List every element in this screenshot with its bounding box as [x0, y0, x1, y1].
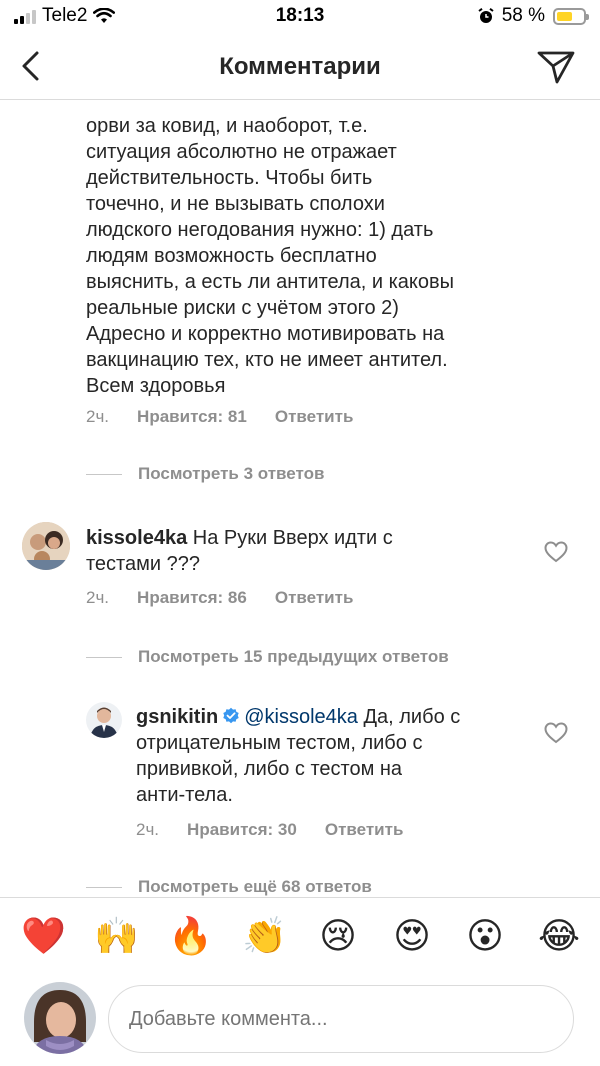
comment-line: выяснить, а есть ли антитела, и каковы [86, 271, 455, 293]
comment-line: анти-тела. [136, 784, 233, 806]
comment-line: орви за ковид, и наоборот, т.е. [86, 115, 368, 137]
comment-time: 2ч. [86, 588, 110, 607]
comment-line: реальные риски с учётом этого 2) [86, 297, 399, 319]
comment-line: вакцинацию тех, кто не имеет антител. [86, 349, 448, 371]
comments-list[interactable]: орви за ковид, и наоборот, т.е. ситуация… [0, 101, 600, 897]
battery-icon [553, 7, 589, 25]
comment-meta: 2ч. Нравится: 86 Ответить [86, 588, 353, 608]
comment-text: орви за ковид, и наоборот, т.е. ситуация… [86, 113, 454, 399]
view-replies-button[interactable]: Посмотреть 3 ответов [86, 464, 324, 484]
status-right: 58 % [478, 5, 589, 27]
view-replies-label: Посмотреть 3 ответов [138, 464, 325, 483]
comment-line: действительность. Чтобы бить [86, 167, 373, 189]
like-count-button[interactable]: Нравится: 86 [137, 588, 247, 608]
avatar[interactable] [22, 522, 70, 570]
comment-line: людям возможность бесплатно [86, 245, 377, 267]
view-replies-label: Посмотреть ещё 68 ответов [138, 877, 372, 896]
view-replies-button[interactable]: Посмотреть ещё 68 ответов [86, 877, 372, 897]
comment-username[interactable]: gsnikitin [136, 706, 218, 728]
page-title: Комментарии [219, 53, 381, 80]
reply-button[interactable]: Ответить [275, 407, 354, 427]
comment-meta: 2ч. Нравится: 30 Ответить [136, 820, 403, 840]
divider [86, 473, 122, 475]
comment-line: прививкой, либо с тестом на [136, 758, 403, 780]
comment-line: отрицательным тестом, либо с [136, 732, 423, 754]
paper-plane-icon[interactable] [536, 49, 576, 85]
comment-line: На Руки Вверх идти с [192, 527, 393, 549]
comment-username[interactable]: kissole4ka [86, 527, 187, 549]
divider [86, 656, 122, 658]
raising-hands-emoji-button[interactable]: 🙌 [94, 914, 139, 958]
comment-text: gsnikitin @kissole4ka Да, либо с отрицат… [136, 704, 460, 808]
heart-emoji-button[interactable]: ❤️ [21, 914, 66, 958]
comment-time: 2ч. [86, 407, 110, 426]
avatar-photo [24, 982, 96, 1054]
avatar-photo [86, 702, 122, 738]
comment-input[interactable] [108, 985, 574, 1053]
heart-icon[interactable] [544, 541, 568, 563]
comment-line: Адресно и корректно мотивировать на [86, 323, 445, 345]
view-replies-button[interactable]: Посмотреть 15 предыдущих ответов [86, 647, 449, 667]
like-count-button[interactable]: Нравится: 81 [137, 407, 247, 427]
avatar[interactable] [86, 702, 122, 738]
reply-button[interactable]: Ответить [325, 820, 404, 840]
comment-meta: 2ч. Нравится: 81 Ответить [86, 407, 353, 427]
avatar [24, 982, 96, 1054]
comment-line: Да, либо с [363, 706, 461, 728]
clapping-emoji-button[interactable]: 👏 [242, 914, 287, 958]
status-bar: Tele2 18:13 58 % [0, 0, 600, 34]
mention-link[interactable]: @kissole4ka [244, 706, 358, 728]
comment-line: Всем здоровья [86, 375, 226, 397]
avatar-photo [22, 522, 70, 570]
reply-button[interactable]: Ответить [275, 588, 354, 608]
crying-emoji-button[interactable]: 😢 [316, 914, 360, 958]
comment-line: людского негодования нужно: 1) дать [86, 219, 434, 241]
divider [86, 886, 122, 888]
comment-text: kissole4ka На Руки Вверх идти с тестами … [86, 525, 393, 577]
comment-composer [0, 973, 600, 1066]
verified-badge-icon [223, 707, 239, 724]
header: Комментарии [0, 34, 600, 100]
alarm-icon [478, 8, 494, 23]
emoji-quick-bar: ❤️ 🙌 🔥 👏 😢 😍 😮 😂 [0, 897, 600, 973]
heart-icon[interactable] [544, 722, 568, 744]
view-replies-label: Посмотреть 15 предыдущих ответов [138, 647, 449, 666]
heart-eyes-emoji-button[interactable]: 😍 [390, 914, 434, 958]
comment-time: 2ч. [136, 820, 160, 839]
fire-emoji-button[interactable]: 🔥 [168, 914, 213, 958]
comment-line: ситуация абсолютно не отражает [86, 141, 397, 163]
battery-level [557, 11, 572, 21]
laughing-emoji-button[interactable]: 😂 [537, 914, 581, 958]
surprised-emoji-button[interactable]: 😮 [463, 914, 507, 958]
comment-line: тестами ??? [86, 553, 200, 575]
like-count-button[interactable]: Нравится: 30 [187, 820, 297, 840]
battery-percent: 58 % [501, 5, 545, 26]
comment-line: точечно, и не вызывать сполохи [86, 193, 385, 215]
